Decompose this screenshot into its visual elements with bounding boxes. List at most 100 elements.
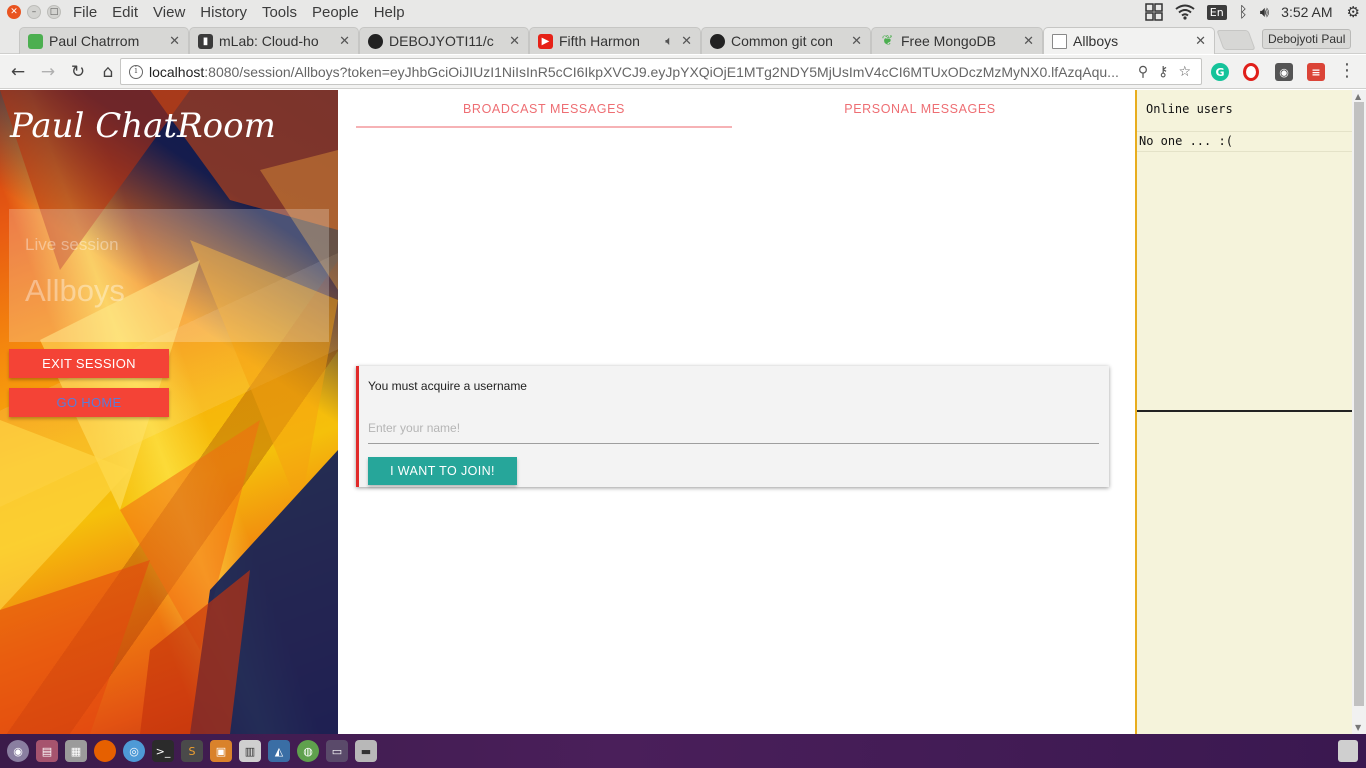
android-studio-icon[interactable]: ◭ bbox=[268, 740, 290, 762]
menu-item-view[interactable]: View bbox=[153, 4, 185, 21]
message-tabs: BROADCAST MESSAGES PERSONAL MESSAGES bbox=[356, 90, 1108, 128]
menu-item-people[interactable]: People bbox=[312, 4, 359, 21]
dash-icon[interactable]: ◉ bbox=[7, 740, 29, 762]
tab-title: Fifth Harmon bbox=[559, 33, 640, 49]
session-status-label: Live session bbox=[25, 235, 119, 254]
close-icon[interactable]: ✕ bbox=[169, 34, 180, 49]
audio-playing-icon[interactable]: 🔈︎ bbox=[665, 34, 673, 49]
tab-title: Paul Chatrrom bbox=[49, 33, 140, 49]
scroll-down-arrow-icon[interactable]: ▼ bbox=[1355, 723, 1361, 732]
window-minimize-button[interactable]: – bbox=[27, 5, 41, 19]
files-app-icon[interactable]: ▤ bbox=[36, 740, 58, 762]
search-zoom-icon[interactable]: ⚲ bbox=[1138, 64, 1148, 80]
online-users-panel: Online users No one ... :( bbox=[1135, 90, 1352, 734]
app-menu: File Edit View History Tools People Help bbox=[73, 4, 420, 21]
browser-tab[interactable]: DEBOJYOTI11/c ✕ bbox=[359, 27, 529, 54]
session-card: Live session Allboys bbox=[9, 209, 329, 342]
bookmark-star-icon[interactable]: ☆ bbox=[1178, 64, 1191, 80]
active-tab-indicator bbox=[356, 126, 732, 128]
youtube-icon: ▶ bbox=[538, 33, 553, 49]
tab-broadcast-messages[interactable]: BROADCAST MESSAGES bbox=[356, 90, 732, 128]
browser-tab[interactable]: ❦ Free MongoDB ✕ bbox=[871, 27, 1043, 54]
lightbulb-extension-icon[interactable]: ◉ bbox=[1275, 63, 1293, 81]
panel-divider bbox=[1137, 410, 1352, 412]
address-bar[interactable]: i localhost:8080/session/Allboys?token=e… bbox=[120, 58, 1202, 85]
software-center-icon[interactable]: ▣ bbox=[210, 740, 232, 762]
close-icon[interactable]: ✕ bbox=[851, 34, 862, 49]
home-icon[interactable]: ⌂ bbox=[94, 58, 122, 86]
page-scrollbar[interactable]: ▲ ▼ bbox=[1352, 90, 1366, 734]
settings-app-icon[interactable]: ▥ bbox=[239, 740, 261, 762]
os-menu-bar: ✕ – □ File Edit View History Tools Peopl… bbox=[0, 0, 1366, 24]
trash-icon[interactable] bbox=[1338, 740, 1358, 762]
username-input[interactable] bbox=[368, 412, 1099, 444]
browser-toolbar: ← → ↻ ⌂ i localhost:8080/session/Allboys… bbox=[0, 55, 1366, 89]
chrome-menu-icon[interactable]: ⋮ bbox=[1338, 60, 1356, 81]
close-icon[interactable]: ✕ bbox=[339, 34, 350, 49]
bluetooth-icon[interactable]: ᛒ bbox=[1239, 3, 1248, 21]
tab-title: mLab: Cloud-ho bbox=[219, 33, 319, 49]
browser-tab[interactable]: Paul Chatrrom ✕ bbox=[19, 27, 189, 54]
app-title: Paul ChatRoom bbox=[10, 106, 276, 146]
browser-tab[interactable]: Common git con ✕ bbox=[701, 27, 871, 54]
reload-button[interactable]: ↻ bbox=[64, 58, 92, 86]
menu-item-help[interactable]: Help bbox=[374, 4, 405, 21]
system-tray: En ᛒ 🔊︎ 3:52 AM ⚙ bbox=[1145, 0, 1366, 24]
scroll-up-arrow-icon[interactable]: ▲ bbox=[1355, 92, 1361, 101]
workspaces-icon[interactable]: ▭ bbox=[326, 740, 348, 762]
close-icon[interactable]: ✕ bbox=[509, 34, 520, 49]
browser-tab[interactable]: ▮ mLab: Cloud-ho ✕ bbox=[189, 27, 359, 54]
sidebar: Paul ChatRoom Live session Allboys EXIT … bbox=[0, 90, 338, 734]
wifi-icon[interactable] bbox=[1175, 4, 1195, 20]
go-home-button[interactable]: GO HOME bbox=[9, 388, 169, 417]
mlab-icon: ▮ bbox=[198, 33, 213, 49]
drive-icon[interactable]: ▬ bbox=[355, 740, 377, 762]
cube-icon bbox=[28, 33, 43, 49]
grammarly-extension-icon[interactable]: G bbox=[1211, 63, 1229, 81]
opera-extension-icon[interactable] bbox=[1243, 63, 1259, 81]
new-tab-button[interactable] bbox=[1216, 30, 1256, 50]
close-icon[interactable]: ✕ bbox=[1023, 34, 1034, 49]
firefox-icon[interactable] bbox=[94, 740, 116, 762]
todoist-extension-icon[interactable]: ≡ bbox=[1307, 63, 1325, 81]
globe-icon[interactable]: ◍ bbox=[297, 740, 319, 762]
close-icon[interactable]: ✕ bbox=[681, 34, 692, 49]
url-text[interactable]: localhost:8080/session/Allboys?token=eyJ… bbox=[149, 64, 1138, 80]
profile-button[interactable]: Debojyoti Paul bbox=[1262, 29, 1352, 49]
menu-item-history[interactable]: History bbox=[200, 4, 247, 21]
divider bbox=[1137, 151, 1352, 152]
tab-title: Allboys bbox=[1073, 33, 1119, 49]
close-icon[interactable]: ✕ bbox=[1195, 34, 1206, 49]
exit-session-button[interactable]: EXIT SESSION bbox=[9, 349, 169, 378]
menu-item-edit[interactable]: Edit bbox=[112, 4, 138, 21]
page-icon bbox=[1052, 33, 1067, 49]
chrome-icon[interactable]: ◎ bbox=[123, 740, 145, 762]
window-maximize-button[interactable]: □ bbox=[47, 5, 61, 19]
browser-tab-strip: Paul Chatrrom ✕ ▮ mLab: Cloud-ho ✕ DEBOJ… bbox=[0, 24, 1366, 54]
key-icon[interactable]: ⚷ bbox=[1158, 64, 1168, 80]
browser-tab[interactable]: ▶ Fifth Harmon 🔈︎ ✕ bbox=[529, 27, 701, 54]
github-icon bbox=[710, 33, 725, 49]
volume-icon[interactable]: 🔊︎ bbox=[1260, 3, 1269, 21]
tab-title: Free MongoDB bbox=[901, 33, 996, 49]
file-manager-icon[interactable]: ▦ bbox=[65, 740, 87, 762]
join-button[interactable]: I WANT TO JOIN! bbox=[368, 457, 517, 485]
keyboard-language-icon[interactable]: En bbox=[1206, 4, 1227, 20]
terminal-icon[interactable]: >_ bbox=[152, 740, 174, 762]
github-icon bbox=[368, 33, 383, 49]
workspace-switcher-icon[interactable] bbox=[1145, 3, 1163, 21]
online-users-title: Online users bbox=[1146, 102, 1233, 116]
menu-item-tools[interactable]: Tools bbox=[262, 4, 297, 21]
scrollbar-thumb[interactable] bbox=[1354, 102, 1364, 706]
site-info-icon[interactable]: i bbox=[129, 64, 143, 79]
back-button[interactable]: ← bbox=[4, 58, 32, 86]
sublime-text-icon[interactable]: S bbox=[181, 740, 203, 762]
forward-button[interactable]: → bbox=[34, 58, 62, 86]
browser-tab-active[interactable]: Allboys ✕ bbox=[1043, 27, 1215, 54]
leaf-icon: ❦ bbox=[881, 33, 894, 49]
settings-gear-icon[interactable]: ⚙ bbox=[1347, 3, 1360, 21]
menu-item-file[interactable]: File bbox=[73, 4, 97, 21]
clock[interactable]: 3:52 AM bbox=[1281, 4, 1332, 20]
window-close-button[interactable]: ✕ bbox=[7, 5, 21, 19]
tab-personal-messages[interactable]: PERSONAL MESSAGES bbox=[732, 90, 1108, 128]
